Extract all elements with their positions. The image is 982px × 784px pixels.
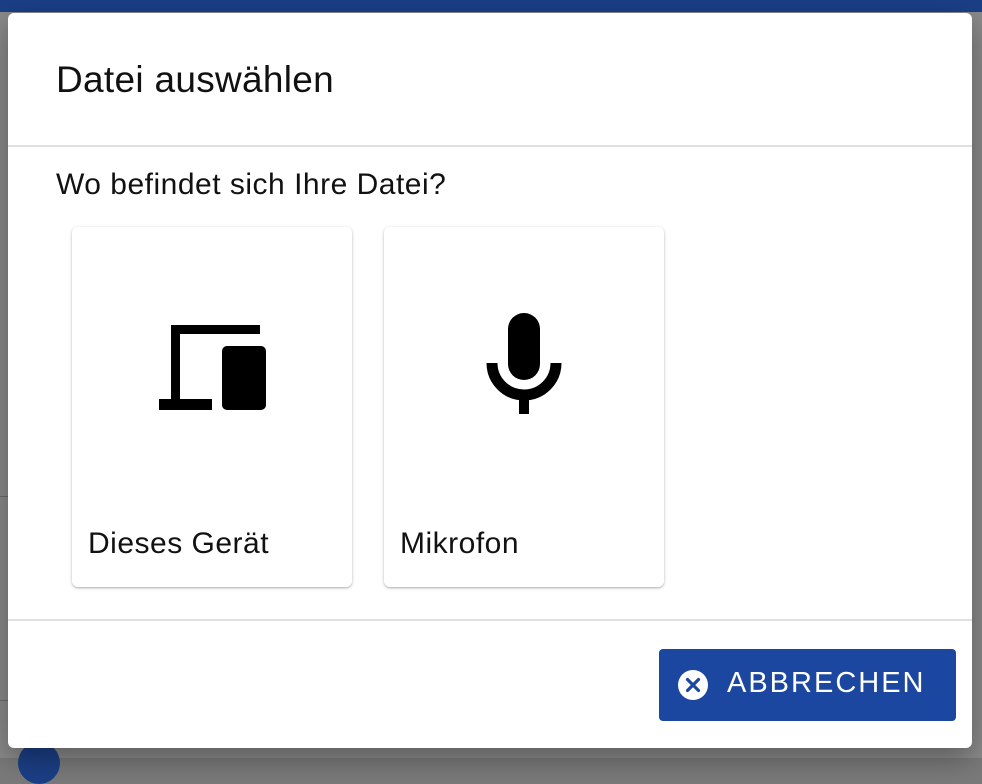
option-card-this-device[interactable]: Dieses Gerät xyxy=(72,227,352,587)
app-top-bar xyxy=(0,0,982,12)
dialog-divider xyxy=(8,619,972,621)
dialog-title: Datei auswählen xyxy=(56,59,335,100)
option-label-this-device: Dieses Gerät xyxy=(88,527,270,560)
microphone-icon xyxy=(384,227,664,507)
dialog-divider xyxy=(8,145,972,147)
cancel-circle-icon xyxy=(678,670,708,700)
cancel-button[interactable]: ABBRECHEN xyxy=(659,649,956,721)
option-card-microphone[interactable]: Mikrofon xyxy=(384,227,664,587)
dialog-question: Wo befindet sich Ihre Datei? xyxy=(56,168,447,201)
background-avatar xyxy=(18,742,60,784)
option-label-microphone: Mikrofon xyxy=(400,527,520,560)
devices-icon xyxy=(72,227,352,507)
cancel-button-label: ABBRECHEN xyxy=(727,667,926,699)
file-select-dialog: Datei auswählen Wo befindet sich Ihre Da… xyxy=(8,13,972,748)
